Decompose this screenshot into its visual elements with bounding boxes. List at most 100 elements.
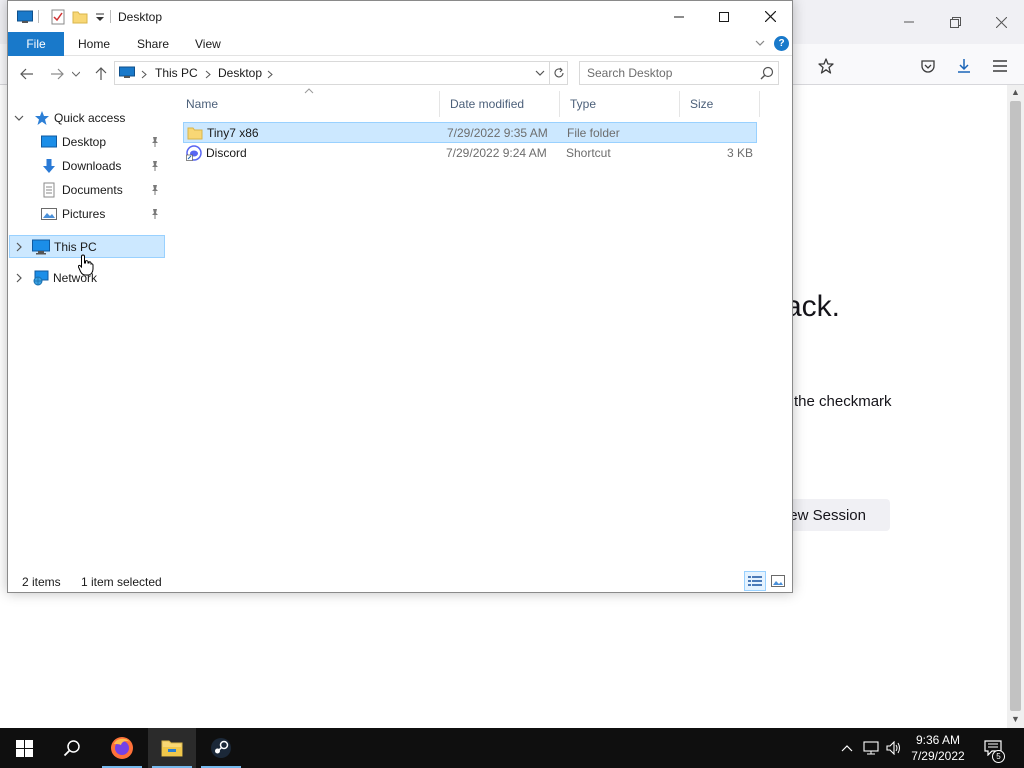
- windows-logo-icon: [15, 739, 33, 757]
- taskbar-firefox[interactable]: [98, 728, 146, 768]
- breadcrumb-desktop[interactable]: Desktop: [218, 66, 262, 80]
- nav-label: Pictures: [62, 207, 106, 221]
- search-icon[interactable]: [760, 66, 774, 80]
- nav-quick-access[interactable]: Quick access: [9, 107, 165, 130]
- file-date: 7/29/2022 9:35 AM: [447, 126, 548, 140]
- network-status-button[interactable]: [861, 728, 881, 768]
- tab-file[interactable]: File: [8, 32, 64, 56]
- column-header-size[interactable]: Size: [680, 91, 760, 117]
- file-size: 3 KB: [726, 146, 753, 160]
- nav-item-documents[interactable]: Documents: [9, 179, 165, 202]
- minimize-button[interactable]: [656, 1, 702, 32]
- breadcrumb-this-pc[interactable]: This PC: [155, 66, 198, 80]
- nav-label: Documents: [62, 183, 123, 197]
- pocket-icon: [921, 60, 935, 73]
- customize-toolbar-icon[interactable]: [92, 9, 108, 25]
- item-count: 2 items: [22, 575, 61, 589]
- clock-time: 9:36 AM: [915, 733, 961, 747]
- search-button[interactable]: [48, 728, 96, 768]
- details-view-button[interactable]: [744, 571, 766, 591]
- nav-label: Quick access: [54, 111, 126, 125]
- properties-icon[interactable]: [50, 9, 66, 25]
- pin-icon[interactable]: [150, 160, 160, 172]
- explorer-titlebar[interactable]: Desktop: [8, 1, 792, 32]
- file-type: File folder: [567, 126, 620, 140]
- pictures-icon: [41, 208, 57, 220]
- large-icons-view-button[interactable]: [767, 571, 789, 591]
- maximize-icon: [719, 11, 729, 22]
- discord-shortcut-icon: [186, 145, 202, 161]
- tab-share[interactable]: Share: [131, 32, 175, 56]
- new-folder-icon[interactable]: [72, 9, 88, 25]
- nav-item-desktop[interactable]: Desktop: [9, 131, 165, 154]
- nav-item-downloads[interactable]: Downloads: [9, 155, 165, 178]
- scroll-down-icon[interactable]: ▼: [1011, 715, 1020, 724]
- arrow-up-icon: [95, 67, 107, 80]
- tab-home[interactable]: Home: [72, 32, 116, 56]
- notification-count-badge: 5: [992, 750, 1005, 763]
- chevron-right-icon[interactable]: [265, 67, 275, 81]
- navigation-pane: Quick access Desktop Downloads Documents…: [8, 93, 168, 563]
- pocket-button[interactable]: [914, 52, 942, 80]
- chevron-down-icon[interactable]: [14, 112, 24, 124]
- system-clock[interactable]: 9:36 AM 7/29/2022: [898, 732, 978, 764]
- pin-icon[interactable]: [150, 136, 160, 148]
- taskbar-steam[interactable]: [197, 728, 245, 768]
- column-header-date-modified[interactable]: Date modified: [440, 91, 560, 117]
- file-explorer-window: Desktop File Home Share View ? This PC D…: [7, 0, 793, 593]
- downloads-button[interactable]: [950, 52, 978, 80]
- close-button[interactable]: [747, 1, 792, 32]
- file-row[interactable]: Discord 7/29/2022 9:24 AM Shortcut 3 KB: [183, 143, 757, 164]
- file-name: Tiny7 x86: [207, 126, 259, 140]
- chevron-right-icon[interactable]: [14, 241, 24, 253]
- tab-view[interactable]: View: [189, 32, 227, 56]
- minimize-icon: [904, 21, 914, 23]
- pin-icon[interactable]: [150, 184, 160, 196]
- chevron-right-icon[interactable]: [14, 272, 24, 284]
- chevron-right-icon[interactable]: [203, 67, 213, 81]
- navigation-bar: This PC Desktop: [8, 57, 792, 91]
- search-input[interactable]: [580, 62, 756, 84]
- pin-icon[interactable]: [150, 208, 160, 220]
- expand-ribbon-icon[interactable]: [753, 36, 767, 50]
- browser-scrollbar[interactable]: ▲ ▼: [1007, 85, 1024, 728]
- minimize-icon: [674, 16, 684, 17]
- documents-icon: [43, 182, 55, 198]
- search-box[interactable]: [579, 61, 779, 85]
- forward-button[interactable]: [46, 63, 68, 85]
- large-icons-view-icon: [771, 575, 785, 587]
- computer-icon: [32, 239, 50, 255]
- chevron-down-icon[interactable]: [535, 67, 545, 79]
- hand-cursor-icon: [78, 254, 94, 276]
- column-header-type[interactable]: Type: [560, 91, 680, 117]
- bookmark-star-button[interactable]: [812, 52, 840, 80]
- close-icon: [995, 16, 1007, 28]
- file-explorer-icon: [161, 740, 183, 757]
- taskbar-file-explorer[interactable]: [148, 728, 196, 768]
- browser-minimize-button[interactable]: [894, 8, 924, 36]
- browser-close-button[interactable]: [986, 8, 1016, 36]
- browser-restore-button[interactable]: [940, 8, 970, 36]
- file-row[interactable]: Tiny7 x86 7/29/2022 9:35 AM File folder: [183, 122, 757, 143]
- file-list: Name Date modified Type Size Tiny7 x86 7…: [176, 88, 792, 561]
- recent-locations-button[interactable]: [70, 63, 82, 85]
- refresh-button[interactable]: [550, 61, 568, 85]
- show-hidden-icons-button[interactable]: [838, 728, 856, 768]
- column-header-name[interactable]: Name: [176, 91, 440, 117]
- close-icon: [764, 11, 776, 22]
- arrow-right-icon: [51, 68, 64, 80]
- start-button[interactable]: [0, 728, 48, 768]
- help-icon[interactable]: ?: [774, 36, 789, 51]
- scroll-thumb[interactable]: [1010, 101, 1021, 711]
- nav-label: This PC: [54, 240, 97, 254]
- folder-icon: [187, 127, 203, 140]
- scroll-up-icon[interactable]: ▲: [1011, 88, 1020, 97]
- address-bar[interactable]: This PC Desktop: [114, 61, 550, 85]
- menu-button[interactable]: [986, 52, 1014, 80]
- nav-item-pictures[interactable]: Pictures: [9, 203, 165, 226]
- steam-icon: [211, 738, 231, 758]
- up-button[interactable]: [90, 63, 112, 85]
- back-button[interactable]: [16, 63, 38, 85]
- maximize-button[interactable]: [701, 1, 747, 32]
- firefox-icon: [111, 737, 133, 759]
